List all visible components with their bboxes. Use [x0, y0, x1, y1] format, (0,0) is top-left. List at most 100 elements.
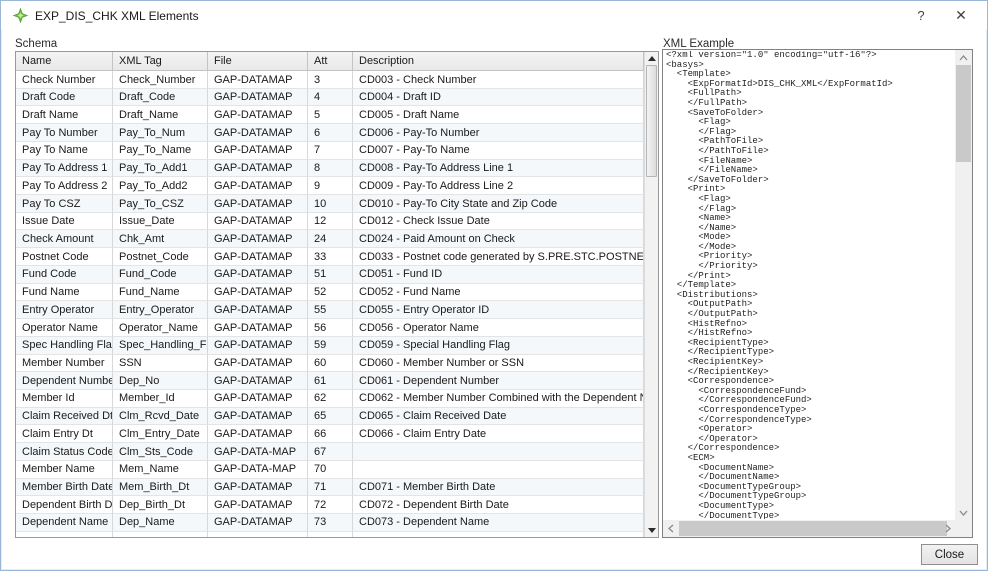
header-cell-description[interactable]: Description — [353, 52, 644, 70]
cell-file: GAP-DATAMAP — [208, 124, 308, 142]
cell-xml-tag: Pay_To_Add2 — [113, 177, 208, 195]
table-row[interactable]: Fund CodeFund_CodeGAP-DATAMAP51CD051 - F… — [16, 266, 644, 284]
cell-xml-tag: SSN — [113, 355, 208, 373]
cell-description: CD061 - Dependent Number — [353, 372, 644, 390]
table-row[interactable]: Pay To Address 2Pay_To_Add2GAP-DATAMAP9C… — [16, 177, 644, 195]
xml-vscrollbar-thumb[interactable] — [956, 65, 971, 162]
table-row[interactable]: Operator NameOperator_NameGAP-DATAMAP56C… — [16, 319, 644, 337]
table-row[interactable]: Member NameMem_NameGAP-DATA-MAP70 — [16, 461, 644, 479]
header-cell-xml-tag[interactable]: XML Tag — [113, 52, 208, 70]
table-row[interactable] — [16, 532, 644, 537]
scrollbar-corner — [955, 520, 972, 537]
cell-description — [353, 532, 644, 537]
chevron-right-icon[interactable] — [940, 520, 955, 537]
table-row[interactable]: Member NumberSSNGAP-DATAMAP60CD060 - Mem… — [16, 355, 644, 373]
table-row[interactable]: Spec Handling FlagSpec_Handling_FlagGAP-… — [16, 337, 644, 355]
table-row[interactable]: Postnet CodePostnet_CodeGAP-DATAMAP33CD0… — [16, 248, 644, 266]
cell-att: 6 — [308, 124, 353, 142]
table-row[interactable]: Dependent NumberDep_NoGAP-DATAMAP61CD061… — [16, 372, 644, 390]
table-row[interactable]: Pay To NamePay_To_NameGAP-DATAMAP7CD007 … — [16, 142, 644, 160]
xml-code[interactable]: <?xml version="1.0" encoding="utf-16"?> … — [666, 51, 954, 519]
cell-description: CD065 - Claim Received Date — [353, 408, 644, 426]
cell-description: CD059 - Special Handling Flag — [353, 337, 644, 355]
chevron-down-icon[interactable] — [955, 505, 972, 520]
cell-file: GAP-DATAMAP — [208, 514, 308, 532]
cell-file: GAP-DATAMAP — [208, 142, 308, 160]
cell-description: CD060 - Member Number or SSN — [353, 355, 644, 373]
header-cell-file[interactable]: File — [208, 52, 308, 70]
table-row[interactable]: Check AmountChk_AmtGAP-DATAMAP24CD024 - … — [16, 230, 644, 248]
cell-name: Claim Status Code — [16, 443, 113, 461]
dialog-exp-dis-chk-xml-elements: EXP_DIS_CHK XML Elements ? ✕ Schema Name… — [0, 0, 988, 571]
schema-table-vscrollbar[interactable] — [644, 52, 658, 537]
cell-name: Entry Operator — [16, 301, 113, 319]
cell-xml-tag: Fund_Name — [113, 284, 208, 302]
xml-example-panel: <?xml version="1.0" encoding="utf-16"?> … — [662, 49, 973, 538]
table-row[interactable]: Member Birth DateMem_Birth_DtGAP-DATAMAP… — [16, 479, 644, 497]
cell-xml-tag: Mem_Name — [113, 461, 208, 479]
table-row[interactable]: Fund NameFund_NameGAP-DATAMAP52CD052 - F… — [16, 284, 644, 302]
cell-xml-tag: Pay_To_Name — [113, 142, 208, 160]
titlebar-close-button[interactable]: ✕ — [941, 1, 981, 30]
cell-file: GAP-DATAMAP — [208, 479, 308, 497]
cell-description: CD056 - Operator Name — [353, 319, 644, 337]
cell-xml-tag: Postnet_Code — [113, 248, 208, 266]
cell-xml-tag: Clm_Entry_Date — [113, 425, 208, 443]
cell-name: Issue Date — [16, 213, 113, 231]
xml-vscrollbar[interactable] — [955, 50, 972, 520]
scroll-up-icon[interactable] — [645, 52, 658, 65]
cell-xml-tag: Dep_No — [113, 372, 208, 390]
cell-name: Pay To Name — [16, 142, 113, 160]
chevron-up-icon[interactable] — [955, 50, 972, 65]
table-row[interactable]: Issue DateIssue_DateGAP-DATAMAP12CD012 -… — [16, 213, 644, 231]
help-button[interactable]: ? — [901, 1, 941, 30]
cell-name: Claim Entry Dt — [16, 425, 113, 443]
table-row[interactable]: Draft NameDraft_NameGAP-DATAMAP5CD005 - … — [16, 106, 644, 124]
table-row[interactable]: Claim Status CodeClm_Sts_CodeGAP-DATA-MA… — [16, 443, 644, 461]
cell-att: 59 — [308, 337, 353, 355]
cell-att: 71 — [308, 479, 353, 497]
table-row[interactable]: Claim Entry DtClm_Entry_DateGAP-DATAMAP6… — [16, 425, 644, 443]
xml-hscrollbar-thumb[interactable] — [679, 521, 947, 536]
cell-name: Draft Code — [16, 89, 113, 107]
cell-file: GAP-DATA-MAP — [208, 461, 308, 479]
cell-description: CD066 - Claim Entry Date — [353, 425, 644, 443]
table-row[interactable]: Member IdMember_IdGAP-DATAMAP62CD062 - M… — [16, 390, 644, 408]
table-row[interactable]: Check NumberCheck_NumberGAP-DATAMAP3CD00… — [16, 71, 644, 89]
cell-att: 72 — [308, 496, 353, 514]
cell-name: Pay To Address 2 — [16, 177, 113, 195]
cell-description: CD003 - Check Number — [353, 71, 644, 89]
table-row[interactable]: Pay To CSZPay_To_CSZGAP-DATAMAP10CD010 -… — [16, 195, 644, 213]
table-row[interactable]: Pay To NumberPay_To_NumGAP-DATAMAP6CD006… — [16, 124, 644, 142]
cell-name — [16, 532, 113, 537]
table-row[interactable]: Pay To Address 1Pay_To_Add1GAP-DATAMAP8C… — [16, 160, 644, 178]
cell-att: 70 — [308, 461, 353, 479]
cell-name: Operator Name — [16, 319, 113, 337]
cell-description: CD006 - Pay-To Number — [353, 124, 644, 142]
cell-name: Pay To Number — [16, 124, 113, 142]
cell-file: GAP-DATAMAP — [208, 355, 308, 373]
xml-hscrollbar[interactable] — [663, 520, 955, 537]
schema-scrollbar-thumb[interactable] — [646, 65, 657, 177]
cell-description — [353, 443, 644, 461]
cell-name: Member Number — [16, 355, 113, 373]
cell-file: GAP-DATAMAP — [208, 284, 308, 302]
cell-description: CD004 - Draft ID — [353, 89, 644, 107]
table-row[interactable]: Dependent Birth DtDep_Birth_DtGAP-DATAMA… — [16, 496, 644, 514]
cell-description: CD008 - Pay-To Address Line 1 — [353, 160, 644, 178]
chevron-left-icon[interactable] — [663, 520, 678, 537]
close-button[interactable]: Close — [921, 544, 978, 565]
header-cell-att[interactable]: Att — [308, 52, 353, 70]
table-row[interactable]: Dependent NameDep_NameGAP-DATAMAP73CD073… — [16, 514, 644, 532]
header-cell-name[interactable]: Name — [16, 52, 113, 70]
table-row[interactable]: Draft CodeDraft_CodeGAP-DATAMAP4CD004 - … — [16, 89, 644, 107]
scroll-down-icon[interactable] — [645, 524, 658, 537]
table-row[interactable]: Entry OperatorEntry_OperatorGAP-DATAMAP5… — [16, 301, 644, 319]
cell-att: 51 — [308, 266, 353, 284]
cell-file: GAP-DATAMAP — [208, 319, 308, 337]
table-row[interactable]: Claim Received DtClm_Rcvd_DateGAP-DATAMA… — [16, 408, 644, 426]
cell-att: 73 — [308, 514, 353, 532]
cell-att: 56 — [308, 319, 353, 337]
cell-xml-tag: Member_Id — [113, 390, 208, 408]
cell-file: GAP-DATAMAP — [208, 213, 308, 231]
